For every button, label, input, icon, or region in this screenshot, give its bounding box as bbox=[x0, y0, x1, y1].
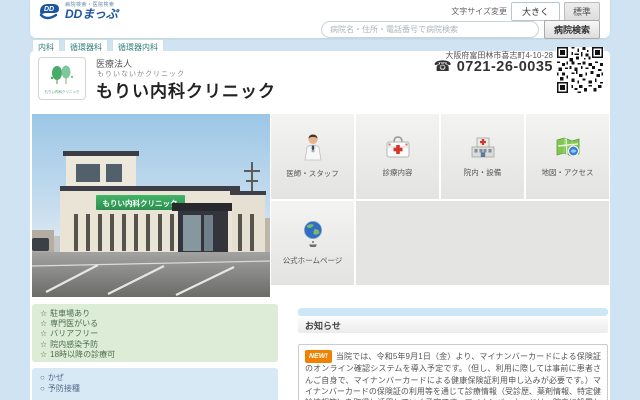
news-title: お知らせ bbox=[305, 321, 341, 331]
feature-item: ☆ バリアフリー bbox=[40, 329, 99, 339]
star-icon: ☆ bbox=[40, 309, 48, 318]
star-icon: ☆ bbox=[40, 339, 48, 349]
menu-label: 院内・設備 bbox=[463, 168, 502, 178]
menu-label: 医師・スタッフ bbox=[286, 169, 339, 179]
news-header: お知らせ bbox=[298, 318, 608, 333]
feature-item: ☆ 18時以降の診療可 bbox=[40, 349, 116, 359]
clinic-menu: 医師・スタッフ 診療内容 院内・設備 地図・アクセス 公式ホームページ bbox=[271, 114, 609, 285]
svg-text:DD: DD bbox=[44, 6, 54, 13]
clinic-logo: もりい内科クリニック bbox=[38, 57, 86, 100]
star-icon: ☆ bbox=[40, 349, 48, 359]
trees-logo-icon bbox=[50, 65, 74, 84]
hospital-icon bbox=[471, 137, 494, 158]
circle-icon: ○ bbox=[40, 383, 45, 393]
menu-empty-cell bbox=[356, 200, 609, 285]
dd-smile-logo-icon: DD bbox=[39, 4, 59, 20]
clinic-features-box: ☆ 駐車場あり ☆ 専門医がいる ☆ バリアフリー ☆ 院内感染予防 ☆ 18時以降の診療… bbox=[32, 304, 278, 362]
treatment-item: ○ かぜ bbox=[40, 373, 64, 382]
feature-item: ☆ 駐車場あり bbox=[40, 309, 91, 318]
clinic-phone: ☎ 0721-26-0035 bbox=[433, 59, 553, 75]
globe-icon bbox=[303, 220, 322, 247]
qr-code bbox=[556, 47, 604, 93]
menu-doctor-staff[interactable]: 医師・スタッフ bbox=[271, 114, 354, 199]
star-icon: ☆ bbox=[40, 329, 48, 339]
menu-label: 地図・アクセス bbox=[541, 168, 594, 178]
menu-medical-services[interactable]: 診療内容 bbox=[356, 114, 439, 199]
clinic-treatments-box: ○ かぜ ○ 予防接種 bbox=[32, 368, 278, 400]
star-icon: ☆ bbox=[40, 319, 48, 329]
menu-map-access[interactable]: 地図・アクセス bbox=[526, 114, 609, 199]
news-body: NEW! 当院では、令和5年9月1日（金）より、マイナンバーカードによる保険証のオ… bbox=[305, 350, 601, 400]
clinic-name: もりい内科クリニック bbox=[96, 82, 276, 101]
first-aid-kit-icon bbox=[386, 136, 409, 158]
feature-item: ☆ 院内感染予防 bbox=[40, 339, 99, 349]
search-button[interactable]: 病院検索 bbox=[543, 20, 600, 39]
doctor-icon bbox=[304, 134, 321, 161]
hospital-search: 病院検索 bbox=[320, 20, 600, 39]
font-size-label: 文字サイズ変更 bbox=[451, 7, 507, 16]
font-size-control: 文字サイズ変更 大きく 標準 bbox=[451, 2, 600, 21]
news-box: NEW! 当院では、令和5年9月1日（金）より、マイナンバーカードによる保険証のオ… bbox=[298, 344, 608, 400]
menu-label: 診療内容 bbox=[382, 168, 413, 178]
menu-label: 公式ホームページ bbox=[282, 255, 343, 265]
menu-official-website[interactable]: 公式ホームページ bbox=[271, 200, 354, 285]
feature-item: ☆ 専門医がいる bbox=[40, 319, 99, 329]
treatment-item: ○ 予防接種 bbox=[40, 383, 80, 393]
news-accent-bar bbox=[298, 308, 608, 316]
search-input[interactable] bbox=[320, 21, 539, 38]
new-badge: NEW! bbox=[305, 350, 332, 364]
font-size-large-button[interactable]: 大きく bbox=[510, 2, 560, 21]
font-size-standard-button[interactable]: 標準 bbox=[563, 2, 600, 21]
phone-icon: ☎ bbox=[433, 59, 453, 75]
page: DD 病院検索・医院検索 DDまっぷ 文字サイズ変更 大きく 標準 病院検索 内… bbox=[0, 0, 640, 400]
clinic-photo: もりい内科クリニック bbox=[32, 114, 270, 297]
site-logo[interactable]: DD 病院検索・医院検索 DDまっぷ bbox=[38, 2, 118, 22]
circle-icon: ○ bbox=[40, 373, 45, 382]
building-sign-text: もりい内科クリニック bbox=[103, 198, 178, 208]
map-icon bbox=[556, 137, 579, 157]
clinic-logo-caption: もりい内科クリニック bbox=[44, 89, 80, 94]
site-header: DD 病院検索・医院検索 DDまっぷ 文字サイズ変更 大きく 標準 病院検索 bbox=[30, 0, 610, 39]
menu-facilities[interactable]: 院内・設備 bbox=[441, 114, 524, 199]
logo-name: DDまっぷ bbox=[65, 7, 118, 21]
